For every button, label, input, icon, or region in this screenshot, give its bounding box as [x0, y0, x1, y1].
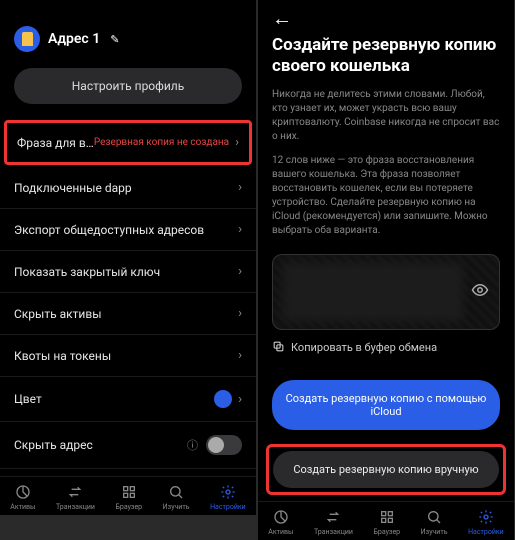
- row-token-quotas[interactable]: Квоты на токены ›: [0, 335, 256, 377]
- tab-label: Изучить: [421, 528, 448, 536]
- tab-assets[interactable]: Активы: [268, 508, 293, 536]
- chevron-right-icon: ›: [238, 222, 242, 237]
- tab-label: Активы: [10, 503, 35, 511]
- row-label: Показать закрытый ключ: [14, 265, 238, 279]
- row-label: Квоты на токены: [14, 349, 238, 363]
- back-button[interactable]: ←: [258, 0, 514, 31]
- row-label: Скрыть адрес: [14, 438, 187, 452]
- chevron-right-icon: ›: [238, 306, 242, 321]
- setup-profile-button[interactable]: Настроить профиль: [14, 68, 242, 104]
- chevron-right-icon: ›: [238, 392, 242, 407]
- copy-to-clipboard[interactable]: Копировать в буфер обмена: [258, 340, 514, 372]
- tab-browser[interactable]: Браузер: [116, 483, 143, 511]
- page-title: Создайте резервную копию своего кошелька: [258, 31, 514, 88]
- tab-transactions[interactable]: Транзакции: [56, 483, 95, 511]
- hide-address-toggle[interactable]: [206, 435, 242, 455]
- tab-transactions[interactable]: Транзакции: [314, 508, 353, 536]
- row-hide-assets[interactable]: Скрыть активы ›: [0, 293, 256, 335]
- row-label: Фраза для восстано...: [17, 136, 94, 150]
- row-export-addresses[interactable]: Экспорт общедоступных адресов ›: [0, 209, 256, 251]
- row-label: Скрыть активы: [14, 307, 238, 321]
- warning-text: Никогда не делитесь этими словами. Любой…: [258, 88, 514, 154]
- row-show-private-key[interactable]: Показать закрытый ключ ›: [0, 251, 256, 293]
- grid-icon: [120, 483, 138, 501]
- row-color[interactable]: Цвет ›: [0, 377, 256, 422]
- backup-icloud-button[interactable]: Создать резервную копию с помощью iCloud: [272, 380, 500, 430]
- chevron-right-icon: ›: [238, 264, 242, 279]
- status-bar: [0, 0, 256, 18]
- search-icon: [425, 508, 443, 526]
- settings-list: Фраза для восстано... Резервная копия не…: [0, 118, 256, 476]
- instructions-text: 12 слов ниже — это фраза восстановления …: [258, 154, 514, 248]
- tab-bar: Активы Транзакции Браузер Изучить Настро…: [0, 476, 256, 515]
- tab-label: Браузер: [116, 503, 143, 511]
- seed-phrase-box[interactable]: [272, 254, 500, 330]
- tab-label: Транзакции: [314, 528, 353, 536]
- backup-status: Резервная копия не создана: [94, 137, 229, 148]
- chevron-right-icon: ›: [235, 135, 239, 150]
- pie-icon: [14, 483, 32, 501]
- highlight-box: Создать резервную копию вручную: [266, 444, 506, 495]
- copy-icon: [272, 340, 285, 356]
- chevron-right-icon: ›: [238, 348, 242, 363]
- tab-bar: Активы Транзакции Браузер Изучить Настро…: [258, 501, 514, 540]
- backup-screen: ← Создайте резервную копию своего кошель…: [258, 0, 514, 515]
- chevron-right-icon: ›: [238, 180, 242, 195]
- eye-icon[interactable]: [471, 281, 489, 303]
- settings-screen: Адрес 1 ✎ Настроить профиль Фраза для во…: [0, 0, 256, 515]
- info-icon[interactable]: ⓘ: [187, 437, 198, 453]
- tab-browser[interactable]: Браузер: [374, 508, 401, 536]
- row-connected-dapp[interactable]: Подключенные dapp ›: [0, 167, 256, 209]
- row-label: Подключенные dapp: [14, 181, 238, 195]
- header: Адрес 1 ✎: [0, 18, 256, 60]
- wallet-title: Адрес 1: [48, 31, 100, 47]
- tab-settings[interactable]: Настройки: [468, 508, 504, 536]
- tab-explore[interactable]: Изучить: [163, 483, 190, 511]
- tab-label: Настройки: [210, 503, 246, 511]
- backup-manual-button[interactable]: Создать резервную копию вручную: [273, 451, 499, 488]
- swap-icon: [324, 508, 342, 526]
- tab-label: Изучить: [163, 503, 190, 511]
- gear-icon: [477, 508, 495, 526]
- grid-icon: [378, 508, 396, 526]
- copy-label: Копировать в буфер обмена: [291, 341, 437, 354]
- row-label: Цвет: [14, 392, 214, 406]
- tab-label: Транзакции: [56, 503, 95, 511]
- tab-label: Активы: [268, 528, 293, 536]
- pie-icon: [272, 508, 290, 526]
- color-swatch: [214, 390, 232, 408]
- tab-settings[interactable]: Настройки: [210, 483, 246, 511]
- avatar[interactable]: [14, 26, 40, 52]
- tab-label: Браузер: [374, 528, 401, 536]
- row-label: Экспорт общедоступных адресов: [14, 223, 238, 237]
- blurred-seed: [283, 263, 463, 321]
- edit-icon[interactable]: ✎: [110, 33, 119, 46]
- row-recovery-phrase[interactable]: Фраза для восстано... Резервная копия не…: [4, 120, 252, 165]
- tab-explore[interactable]: Изучить: [421, 508, 448, 536]
- search-icon: [167, 483, 185, 501]
- swap-icon: [66, 483, 84, 501]
- tab-assets[interactable]: Активы: [10, 483, 35, 511]
- gear-icon: [219, 483, 237, 501]
- tab-label: Настройки: [468, 528, 504, 536]
- row-hide-address[interactable]: Скрыть адрес ⓘ: [0, 422, 256, 469]
